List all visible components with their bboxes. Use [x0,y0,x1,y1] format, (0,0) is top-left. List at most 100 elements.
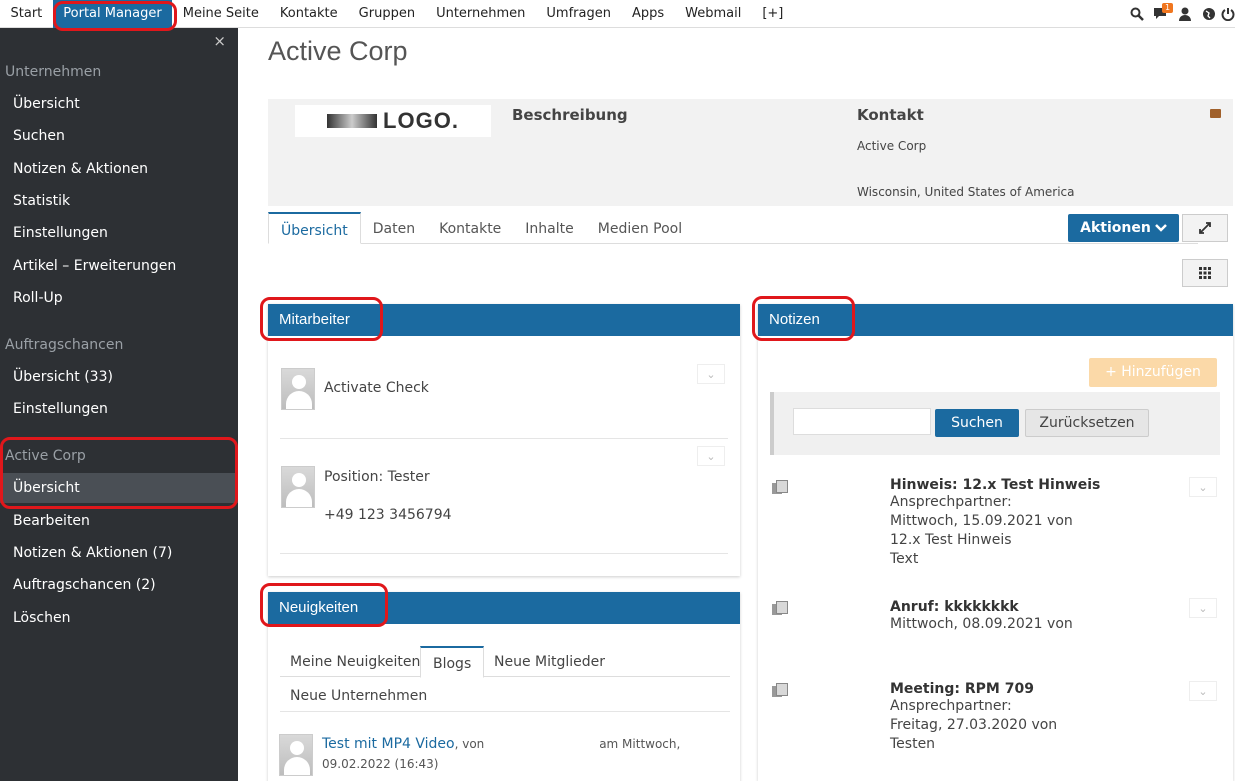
note-search-input[interactable] [793,408,931,435]
note-title[interactable]: Anruf: kkkkkkkk [890,599,1180,615]
sidebar-item-company-auftragschancen[interactable]: Auftragschancen (2) [0,570,238,600]
sidebar-section-active-corp: Active Corp [5,448,86,464]
chevron-down-icon[interactable]: ⌄ [1189,681,1217,701]
blog-post-entry: Test mit MP4 Video, von am Mittwoch, 09.… [322,734,702,774]
blog-post-date: 09.02.2022 (16:43) [322,757,439,771]
expand-button[interactable] [1182,214,1228,242]
tab-uebersicht[interactable]: Übersicht [268,212,361,244]
divider [280,438,728,439]
nav-kontakte[interactable]: Kontakte [269,0,348,28]
tab-blogs[interactable]: Blogs [420,646,485,678]
avatar [279,734,313,776]
sidebar-item-uebersicht[interactable]: Übersicht [0,89,238,119]
search-icon[interactable] [1125,0,1149,28]
sidebar-item-company-notizen[interactable]: Notizen & Aktionen (7) [0,538,238,568]
company-logo: LOGO. [295,105,491,137]
sidebar-item-auftragschancen-einstellungen[interactable]: Einstellungen [0,394,238,424]
chevron-down-icon [1154,224,1167,232]
nav-start[interactable]: Start [0,0,53,28]
grid-icon [1199,267,1211,279]
avatar [281,368,315,410]
employee-phone: +49 123 3456794 [324,507,452,523]
user-icon[interactable] [1173,0,1197,28]
neuigkeiten-panel: Neuigkeiten Meine Neuigkeiten Blogs Neue… [268,592,740,781]
messages-icon[interactable]: 1 [1149,0,1174,28]
company-info-box: LOGO. Beschreibung Kontakt Active Corp W… [268,99,1233,206]
contact-name: Active Corp [857,139,927,153]
note-icon [772,480,788,494]
divider [280,711,730,712]
search-button[interactable]: Suchen [935,409,1019,437]
note-line: Testen [890,736,936,752]
note-line: Mittwoch, 15.09.2021 von [890,513,1073,529]
sidebar-item-auftragschancen-uebersicht[interactable]: Übersicht (33) [0,362,238,392]
nav-add[interactable]: [+] [752,0,794,28]
actions-label: Aktionen [1080,220,1151,236]
blog-post-by: , von [454,737,485,751]
tab-neue-mitglieder[interactable]: Neue Mitglieder [494,654,605,670]
notification-badge: 1 [1162,3,1174,13]
reset-button[interactable]: Zurücksetzen [1025,409,1149,437]
tab-daten[interactable]: Daten [361,212,427,244]
nav-umfragen[interactable]: Umfragen [536,0,622,28]
power-icon[interactable] [1221,0,1235,28]
note-line: Ansprechpartner: [890,494,1012,510]
chevron-down-icon[interactable]: ⌄ [697,446,725,466]
sidebar-item-suchen[interactable]: Suchen [0,121,238,151]
news-tabs: Meine Neuigkeiten Blogs Neue Mitglieder [280,646,730,678]
employee-position: Position: Tester [324,469,430,485]
logo-text: LOGO. [383,108,459,133]
sidebar-item-loeschen[interactable]: Löschen [0,603,238,633]
tab-medien-pool[interactable]: Medien Pool [586,212,694,244]
add-note-button[interactable]: + Hinzufügen [1089,358,1217,387]
nav-unternehmen[interactable]: Unternehmen [426,0,536,28]
sidebar-item-bearbeiten[interactable]: Bearbeiten [0,506,238,536]
main-content: Active Corp LOGO. Beschreibung Kontakt A… [238,28,1235,781]
nav-apps[interactable]: Apps [621,0,674,28]
nav-webmail[interactable]: Webmail [675,0,752,28]
chevron-down-icon[interactable]: ⌄ [1189,598,1217,618]
tab-neue-unternehmen[interactable]: Neue Unternehmen [290,688,427,704]
briefcase-icon [1210,109,1221,118]
sidebar-item-artikel-erweiterungen[interactable]: Artikel – Erweiterungen [0,251,238,281]
chevron-down-icon[interactable]: ⌄ [1189,477,1217,497]
layout-grid-button[interactable] [1182,259,1228,287]
nav-portal-manager[interactable]: Portal Manager [52,0,173,28]
description-heading: Beschreibung [512,106,628,124]
globe-icon[interactable] [1197,0,1221,28]
page-title: Active Corp [268,36,408,66]
blog-post-link[interactable]: Test mit MP4 Video [322,736,455,752]
blog-post-when: am Mittwoch, [599,737,681,751]
note-title[interactable]: Hinweis: 12.x Test Hinweis [890,477,1180,493]
note-search-bar: Suchen Zurücksetzen [770,392,1220,455]
contact-location: Wisconsin, United States of America [857,185,1075,199]
chevron-down-icon[interactable]: ⌄ [697,364,725,384]
divider [280,553,728,554]
logo-graphic [327,114,378,128]
company-tabs: Übersicht Daten Kontakte Inhalte Medien … [268,212,1198,244]
nav-gruppen[interactable]: Gruppen [348,0,425,28]
tab-kontakte[interactable]: Kontakte [427,212,513,244]
note-item: Anruf: kkkkkkkk Mittwoch, 08.09.2021 von [890,599,1180,634]
sidebar-item-einstellungen[interactable]: Einstellungen [0,218,238,248]
actions-button[interactable]: Aktionen [1068,214,1179,242]
tab-inhalte[interactable]: Inhalte [513,212,585,244]
sidebar-section-auftragschancen: Auftragschancen [5,337,124,353]
sidebar-item-roll-up[interactable]: Roll-Up [0,283,238,313]
tab-meine-neuigkeiten[interactable]: Meine Neuigkeiten [290,654,420,670]
employee-name-link[interactable]: Activate Check [324,380,429,396]
sidebar-item-statistik[interactable]: Statistik [0,186,238,216]
close-icon[interactable]: × [213,32,226,50]
sidebar-section-unternehmen: Unternehmen [5,64,102,80]
note-title[interactable]: Meeting: RPM 709 [890,681,1180,697]
avatar [281,466,315,508]
sidebar-item-notizen-aktionen[interactable]: Notizen & Aktionen [0,154,238,184]
note-line: Text [890,551,919,567]
sidebar-item-company-uebersicht[interactable]: Übersicht [0,473,238,503]
mitarbeiter-heading: Mitarbeiter [268,304,740,336]
top-navigation-bar: Start Portal Manager Meine Seite Kontakt… [0,0,1235,28]
main-menu: Start Portal Manager Meine Seite Kontakt… [0,0,794,28]
nav-meine-seite[interactable]: Meine Seite [172,0,269,28]
notizen-heading: Notizen [758,304,1233,336]
note-icon [772,683,788,697]
